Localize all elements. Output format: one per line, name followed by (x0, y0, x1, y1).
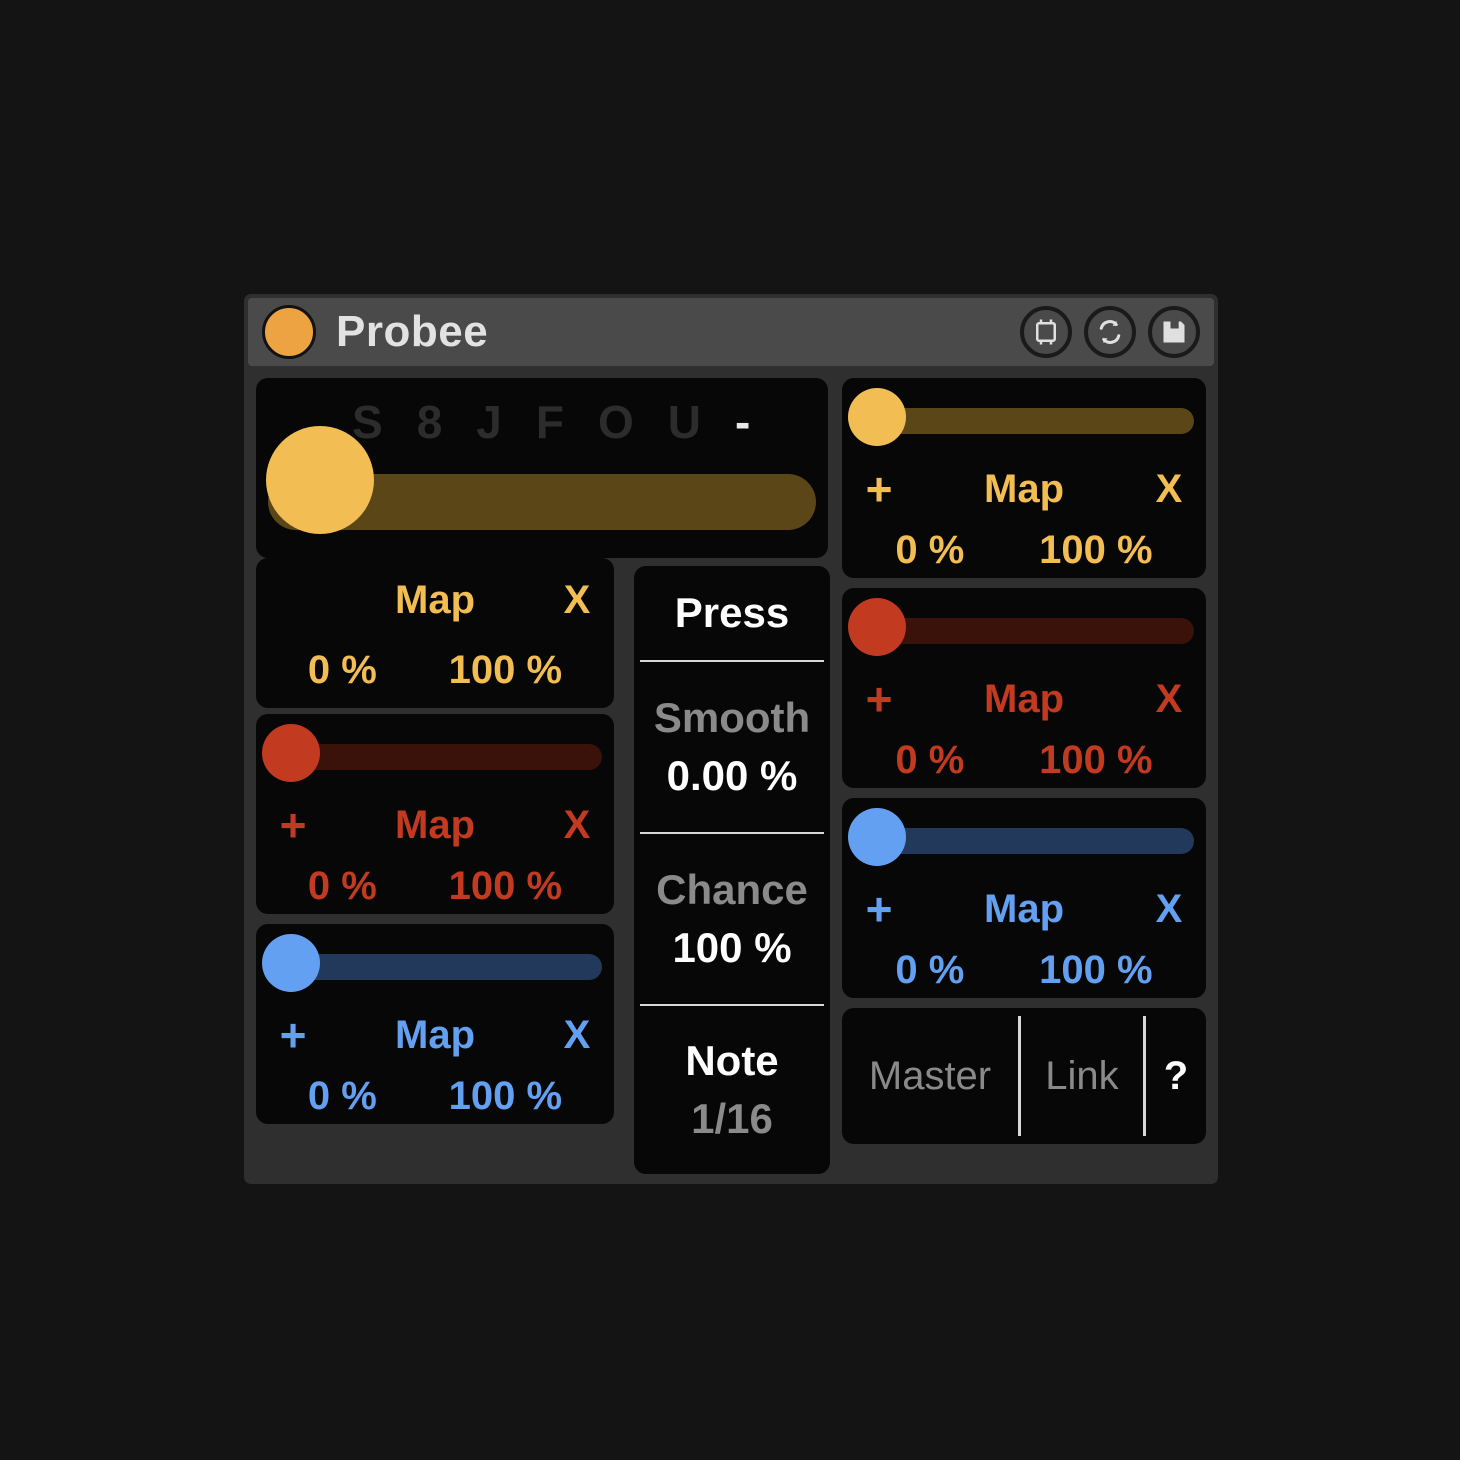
right-blue-map-row: + Map X (842, 886, 1206, 932)
left-red-map-button[interactable]: Map (330, 805, 540, 845)
main-map-min-value[interactable]: 0 % (308, 650, 377, 690)
title-bar: Probee (248, 298, 1214, 366)
right-blue-clear-button[interactable]: X (1132, 889, 1206, 929)
ghost-char: O (597, 396, 634, 448)
left-red-max-value[interactable]: 100 % (449, 866, 562, 906)
note-value[interactable]: 1/16 (691, 1096, 773, 1141)
right-orange-clear-button[interactable]: X (1132, 469, 1206, 509)
ghost-char: J (476, 396, 502, 448)
right-orange-add-button[interactable]: + (842, 466, 916, 512)
right-red-range-row: 0 % 100 % (842, 740, 1206, 780)
footer-button-bar: Master Link ? (842, 1008, 1206, 1144)
note-segment[interactable]: Note 1/16 (634, 1006, 830, 1174)
center-parameter-stack: Press Smooth 0.00 % Chance 100 % Note 1/… (634, 566, 830, 1174)
left-red-range-row: 0 % 100 % (256, 866, 614, 906)
save-icon[interactable] (1148, 306, 1200, 358)
right-orange-slider-panel: + Map X 0 % 100 % (842, 378, 1206, 578)
right-blue-max-value[interactable]: 100 % (1039, 950, 1152, 990)
right-blue-min-value[interactable]: 0 % (895, 950, 964, 990)
chance-value[interactable]: 100 % (672, 925, 791, 970)
left-blue-slider-knob[interactable] (262, 934, 320, 992)
left-red-map-row: + Map X (256, 802, 614, 848)
right-blue-add-button[interactable]: + (842, 886, 916, 932)
device-chip-icon[interactable] (1020, 306, 1072, 358)
right-red-min-value[interactable]: 0 % (895, 740, 964, 780)
main-slider-knob[interactable] (266, 426, 374, 534)
right-orange-map-button[interactable]: Map (916, 469, 1132, 509)
device-status-dot[interactable] (262, 305, 316, 359)
press-label: Press (674, 588, 790, 636)
right-orange-range-row: 0 % 100 % (842, 530, 1206, 570)
press-segment[interactable]: Press (634, 566, 830, 660)
chance-label: Chance (656, 865, 808, 913)
left-red-min-value[interactable]: 0 % (308, 866, 377, 906)
left-blue-min-value[interactable]: 0 % (308, 1076, 377, 1116)
right-orange-min-value[interactable]: 0 % (895, 530, 964, 570)
right-blue-map-button[interactable]: Map (916, 889, 1132, 929)
probee-device-window: Probee S 8 J F O U - Map X 0 % 100 % + M… (244, 294, 1218, 1184)
smooth-value[interactable]: 0.00 % (667, 753, 798, 798)
left-blue-max-value[interactable]: 100 % (449, 1076, 562, 1116)
help-button[interactable]: ? (1146, 1008, 1206, 1144)
note-label: Note (685, 1036, 779, 1084)
right-red-map-button[interactable]: Map (916, 679, 1132, 719)
main-probability-slider-panel[interactable]: S 8 J F O U - (256, 378, 828, 558)
link-button[interactable]: Link (1021, 1008, 1143, 1144)
right-red-map-row: + Map X (842, 676, 1206, 722)
right-red-slider-knob[interactable] (848, 598, 906, 656)
left-red-clear-button[interactable]: X (540, 805, 614, 845)
left-blue-map-button[interactable]: Map (330, 1015, 540, 1055)
right-red-max-value[interactable]: 100 % (1039, 740, 1152, 780)
smooth-segment[interactable]: Smooth 0.00 % (634, 662, 830, 832)
ghost-char: U (667, 396, 701, 448)
right-red-add-button[interactable]: + (842, 676, 916, 722)
main-map-max-value[interactable]: 100 % (449, 650, 562, 690)
device-body: S 8 J F O U - Map X 0 % 100 % + Map X 0 … (248, 372, 1214, 1180)
chance-segment[interactable]: Chance 100 % (634, 834, 830, 1004)
ghost-char: 8 (416, 396, 443, 448)
right-red-clear-button[interactable]: X (1132, 679, 1206, 719)
left-red-add-button[interactable]: + (256, 802, 330, 848)
main-map-button[interactable]: Map (330, 580, 540, 620)
left-red-slider-knob[interactable] (262, 724, 320, 782)
main-map-row: Map X (256, 580, 614, 620)
ghost-char: F (535, 396, 564, 448)
left-blue-range-row: 0 % 100 % (256, 1076, 614, 1116)
left-blue-clear-button[interactable]: X (540, 1015, 614, 1055)
minus-button[interactable]: - (735, 399, 750, 445)
right-orange-max-value[interactable]: 100 % (1039, 530, 1152, 570)
smooth-label: Smooth (653, 693, 811, 741)
right-orange-slider-knob[interactable] (848, 388, 906, 446)
reload-icon[interactable] (1084, 306, 1136, 358)
left-blue-add-button[interactable]: + (256, 1012, 330, 1058)
left-red-slider-panel: + Map X 0 % 100 % (256, 714, 614, 914)
main-map-clear-button[interactable]: X (540, 580, 614, 620)
left-blue-slider-panel: + Map X 0 % 100 % (256, 924, 614, 1124)
main-map-panel: Map X 0 % 100 % (256, 558, 614, 708)
right-red-slider-panel: + Map X 0 % 100 % (842, 588, 1206, 788)
right-blue-slider-knob[interactable] (848, 808, 906, 866)
right-blue-slider-panel: + Map X 0 % 100 % (842, 798, 1206, 998)
master-button[interactable]: Master (842, 1008, 1018, 1144)
left-blue-map-row: + Map X (256, 1012, 614, 1058)
title-bar-icon-group (1020, 306, 1200, 358)
ghost-char: S (352, 396, 383, 448)
main-map-range-row: 0 % 100 % (256, 650, 614, 690)
right-orange-map-row: + Map X (842, 466, 1206, 512)
right-blue-range-row: 0 % 100 % (842, 950, 1206, 990)
page-title: Probee (336, 307, 489, 356)
